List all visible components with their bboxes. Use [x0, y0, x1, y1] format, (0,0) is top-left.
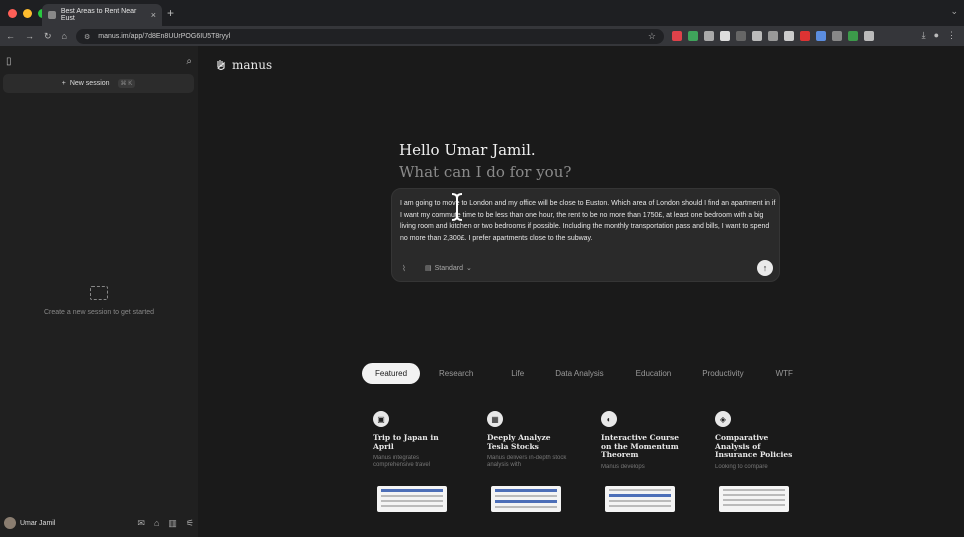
- settings-sliders-icon[interactable]: ⚟: [186, 518, 194, 529]
- extension-icon[interactable]: [720, 31, 730, 41]
- book-icon[interactable]: ▥: [168, 518, 177, 529]
- back-icon[interactable]: ←: [6, 31, 15, 42]
- manus-hand-icon: [217, 60, 225, 71]
- browser-toolbar: ← → ↻ ⌂ ⚙ manus.im/app/7d8En8UUrPOG6IU5T…: [0, 26, 964, 46]
- tab-data-analysis[interactable]: Data Analysis: [555, 364, 603, 383]
- chevron-down-icon: ⌄: [466, 265, 472, 272]
- forward-icon[interactable]: →: [25, 31, 34, 42]
- category-tabs: Featured Research Life Data Analysis Edu…: [362, 363, 793, 384]
- home-icon[interactable]: ⌂: [62, 31, 67, 42]
- user-name[interactable]: Umar Jamil: [20, 520, 55, 527]
- greeting-title: Hello Umar Jamil.: [399, 141, 536, 159]
- extension-icon[interactable]: [832, 31, 842, 41]
- browser-tab-bar: Best Areas to Rent Near Eust × + ⌄: [0, 0, 964, 26]
- new-session-label: New session: [69, 80, 110, 87]
- browser-menu-icon[interactable]: ⋮: [947, 30, 956, 41]
- empty-session-icon: [90, 286, 108, 300]
- address-bar[interactable]: ⚙ manus.im/app/7d8En8UUrPOG6IU5T8ryyl ☆: [76, 29, 664, 44]
- extension-icon[interactable]: [784, 31, 794, 41]
- new-tab-button[interactable]: +: [167, 6, 174, 20]
- speaker-icon: ◐: [601, 411, 617, 427]
- card-title: Trip to Japan in April: [373, 433, 439, 451]
- tab-productivity[interactable]: Productivity: [702, 364, 743, 383]
- tab-life[interactable]: Life: [511, 364, 524, 383]
- extension-icon[interactable]: [704, 31, 714, 41]
- extension-icon[interactable]: [864, 31, 874, 41]
- extension-icon[interactable]: [752, 31, 762, 41]
- plus-icon: +: [61, 80, 66, 87]
- tab-close-icon[interactable]: ×: [151, 10, 156, 20]
- home-icon[interactable]: ⌂: [154, 518, 159, 529]
- tab-featured[interactable]: Featured: [362, 363, 421, 384]
- card-tesla-stocks[interactable]: ▦ Deeply Analyze Tesla Stocks Manus deli…: [482, 411, 574, 537]
- card-description: Manus delivers in-depth stock analysis w…: [487, 455, 567, 468]
- search-icon[interactable]: ⌕: [186, 56, 192, 67]
- card-thumbnail: [377, 486, 447, 512]
- card-title: Comparative Analysis of Insurance Polici…: [715, 433, 793, 459]
- minimize-window-button[interactable]: [23, 8, 32, 18]
- card-thumbnail: [491, 486, 561, 512]
- grid-icon: ▦: [487, 411, 503, 427]
- tab-wtf[interactable]: WTF: [776, 364, 793, 383]
- card-description: Manus develops: [601, 463, 645, 470]
- tab-search-icon[interactable]: ⌄: [950, 6, 958, 17]
- close-window-button[interactable]: [8, 8, 17, 18]
- extension-icon[interactable]: [768, 31, 778, 41]
- extension-icon[interactable]: [816, 31, 826, 41]
- shield-icon: ◈: [715, 411, 731, 427]
- featured-cards: ▣ Trip to Japan in April Manus integrate…: [368, 411, 802, 537]
- tab-title: Best Areas to Rent Near Eust: [60, 8, 137, 22]
- card-description: Looking to compare: [715, 463, 768, 470]
- card-description: Manus integrates comprehensive travel: [373, 455, 431, 468]
- card-insurance-policies[interactable]: ◈ Comparative Analysis of Insurance Poli…: [710, 411, 802, 537]
- main-content: manus Hello Umar Jamil. What can I do fo…: [198, 46, 964, 537]
- mode-selector[interactable]: ▤ Standard ⌄: [425, 264, 472, 273]
- mail-icon[interactable]: ✉: [137, 518, 145, 529]
- sidebar: ▯ ⌕ + New session ⌘ K Create a new sessi…: [0, 46, 198, 537]
- card-trip-japan[interactable]: ▣ Trip to Japan in April Manus integrate…: [368, 411, 460, 537]
- avatar[interactable]: [4, 517, 16, 529]
- extension-icon[interactable]: [848, 31, 858, 41]
- logo-text: manus: [232, 58, 273, 72]
- greeting-subtitle: What can I do for you?: [399, 163, 572, 181]
- new-session-button[interactable]: + New session ⌘ K: [3, 74, 194, 93]
- download-icon[interactable]: ⤓: [922, 30, 926, 41]
- tab-education[interactable]: Education: [636, 364, 672, 383]
- tab-research[interactable]: Research: [439, 364, 473, 383]
- card-title: Deeply Analyze Tesla Stocks: [487, 433, 551, 451]
- mode-label: Standard: [434, 264, 464, 272]
- mode-icon: ▤: [425, 265, 432, 272]
- extension-icon[interactable]: [736, 31, 746, 41]
- site-info-icon[interactable]: ⚙: [84, 33, 90, 41]
- extension-icon[interactable]: [800, 31, 810, 41]
- extension-icon[interactable]: [672, 31, 682, 41]
- tab-favicon-icon: [48, 11, 56, 19]
- shortcut-badge: ⌘ K: [117, 79, 136, 88]
- greeting-block: Hello Umar Jamil. What can I do for you?: [399, 141, 571, 181]
- send-button[interactable]: ↑: [757, 260, 773, 276]
- sidebar-toggle-icon[interactable]: ▯: [6, 56, 12, 67]
- card-title: Interactive Course on the Momentum Theor…: [601, 433, 679, 459]
- card-thumbnail: [605, 486, 675, 512]
- empty-state: Create a new session to get started: [0, 286, 198, 316]
- extensions-row: [672, 31, 874, 41]
- browser-tab[interactable]: Best Areas to Rent Near Eust ×: [42, 4, 162, 26]
- card-momentum-course[interactable]: ◐ Interactive Course on the Momentum The…: [596, 411, 688, 537]
- empty-state-text: Create a new session to get started: [43, 309, 155, 316]
- attach-icon[interactable]: ⌇: [402, 264, 406, 273]
- profile-avatar-icon[interactable]: ●: [934, 30, 939, 41]
- extension-icon[interactable]: [688, 31, 698, 41]
- suitcase-icon: ▣: [373, 411, 389, 427]
- bookmark-star-icon[interactable]: ☆: [648, 31, 656, 42]
- url-text: manus.im/app/7d8En8UUrPOG6IU5T8ryyl: [98, 33, 231, 40]
- card-thumbnail: [719, 486, 789, 512]
- text-cursor-icon: [451, 193, 463, 221]
- reload-icon[interactable]: ↻: [44, 31, 52, 42]
- manus-logo[interactable]: manus: [214, 58, 272, 72]
